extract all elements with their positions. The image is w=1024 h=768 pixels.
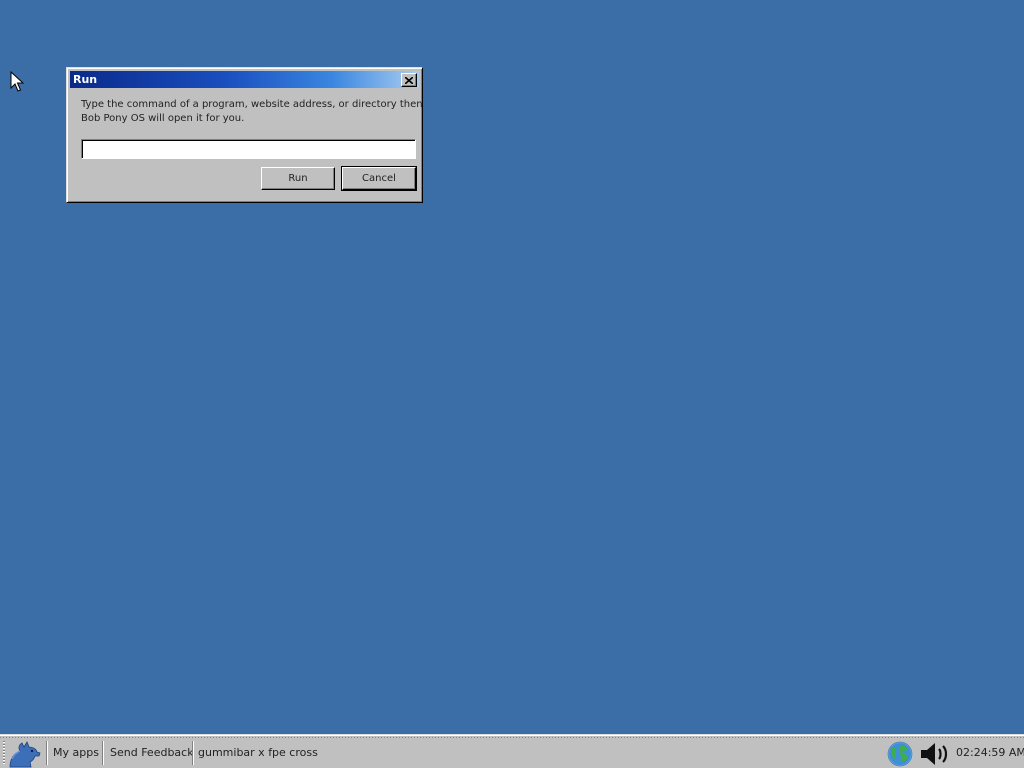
clock[interactable]: 02:24:59 AM bbox=[956, 746, 1024, 760]
speaker-icon[interactable] bbox=[918, 740, 952, 768]
globe-icon[interactable] bbox=[886, 740, 914, 768]
taskbar-separator bbox=[192, 741, 194, 765]
close-button[interactable] bbox=[401, 73, 417, 87]
taskbar-separator bbox=[46, 741, 48, 765]
taskbar-item-send-feedback[interactable]: Send Feedback bbox=[110, 746, 194, 760]
dialog-title: Run bbox=[73, 73, 98, 86]
cancel-button[interactable]: Cancel bbox=[341, 166, 417, 191]
prompt-line-1: Type the command of a program, website a… bbox=[81, 99, 423, 110]
taskbar-grip bbox=[3, 741, 5, 765]
taskbar-separator bbox=[102, 741, 104, 765]
command-input[interactable] bbox=[81, 139, 416, 159]
run-button[interactable]: Run bbox=[261, 167, 335, 190]
dialog-prompt: Type the command of a program, website a… bbox=[81, 98, 423, 126]
prompt-line-2: Bob Pony OS will open it for you. bbox=[81, 113, 245, 124]
bob-pony-logo-icon[interactable] bbox=[6, 739, 44, 768]
taskbar-item-window[interactable]: gummibar x fpe cross bbox=[198, 746, 318, 760]
close-icon bbox=[405, 76, 413, 84]
taskbar-item-my-apps[interactable]: My apps bbox=[53, 746, 99, 760]
run-dialog: Run Type the command of a program, websi… bbox=[66, 67, 423, 203]
mouse-pointer-icon bbox=[10, 71, 24, 92]
dialog-titlebar[interactable]: Run bbox=[70, 71, 419, 88]
taskbar: My apps Send Feedback gummibar x fpe cro… bbox=[0, 734, 1024, 768]
